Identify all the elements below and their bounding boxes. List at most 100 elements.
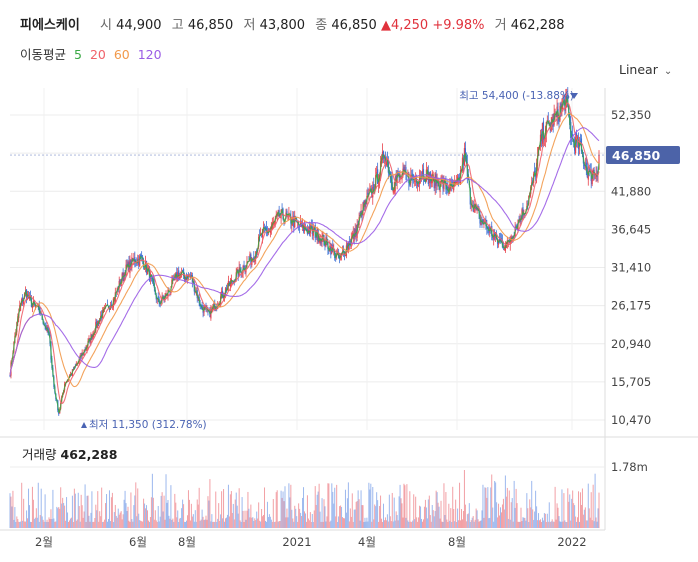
volume-bar — [597, 508, 599, 528]
volume-bar — [475, 508, 477, 528]
y-tick-label: 31,410 — [611, 261, 651, 275]
volume-bar — [31, 486, 33, 528]
volume-bar — [436, 492, 438, 528]
volume-bar — [358, 499, 360, 528]
volume-bar — [319, 511, 321, 528]
volume-bar — [50, 509, 52, 528]
volume-bar — [250, 504, 252, 528]
volume-bar — [99, 511, 101, 528]
volume-bar — [60, 487, 62, 528]
volume-bar — [300, 512, 302, 528]
stock-chart[interactable]: 52,35047,11541,88036,64531,41026,17520,9… — [0, 0, 698, 562]
volume-bar — [365, 521, 367, 528]
volume-bar — [128, 520, 130, 528]
volume-bar — [306, 495, 308, 528]
volume-bar — [205, 515, 207, 528]
volume-bar — [94, 518, 96, 528]
volume-bar — [477, 519, 479, 528]
volume-bar — [112, 521, 114, 528]
volume-bar — [116, 517, 118, 528]
volume-bar — [63, 502, 65, 528]
volume-bar — [546, 513, 548, 528]
volume-bar — [591, 520, 593, 528]
current-price-label: 46,850 — [612, 148, 661, 163]
volume-bar — [265, 521, 267, 528]
volume-bar — [296, 516, 298, 528]
volume-bar — [543, 513, 545, 528]
volume-bar — [166, 502, 168, 528]
volume-bar — [175, 502, 177, 528]
volume-bar — [261, 508, 263, 528]
volume-bar — [525, 520, 527, 528]
volume-bar — [136, 516, 138, 528]
volume-bar — [89, 521, 91, 528]
volume-bar — [570, 520, 572, 528]
volume-bar — [105, 503, 107, 528]
volume-bar — [426, 518, 428, 528]
volume-bar — [577, 517, 579, 528]
volume-bar — [173, 521, 175, 528]
volume-bar — [107, 518, 109, 528]
volume-bar — [547, 521, 549, 528]
volume-bar — [32, 499, 34, 528]
volume-bar — [428, 495, 430, 528]
volume-bar — [318, 483, 320, 528]
volume-bar — [413, 494, 415, 528]
volume-bar — [498, 503, 500, 528]
volume-bar — [290, 484, 292, 528]
volume-bar — [243, 521, 245, 528]
volume-bar — [437, 502, 439, 528]
volume-bar — [421, 518, 423, 528]
volume-bar — [347, 482, 349, 528]
candle-body — [414, 180, 416, 182]
volume-bar — [341, 506, 343, 528]
volume-bar — [282, 491, 284, 528]
volume-bar — [593, 521, 595, 528]
volume-bar — [340, 505, 342, 528]
volume-bar — [153, 519, 155, 528]
volume-bar — [14, 507, 16, 528]
volume-bar — [416, 517, 418, 528]
volume-bar — [164, 519, 166, 528]
volume-bar — [41, 516, 43, 528]
volume-bar — [208, 500, 210, 528]
volume-bar — [501, 504, 503, 528]
volume-bar — [190, 503, 192, 528]
volume-bar — [221, 491, 223, 528]
volume-bar — [572, 490, 574, 528]
volume-bar — [118, 514, 120, 528]
volume-bar — [325, 521, 327, 528]
volume-bar — [189, 520, 191, 528]
volume-bar — [64, 505, 66, 528]
volume-bar — [303, 487, 305, 528]
volume-bar — [241, 497, 243, 528]
volume-bar — [150, 497, 152, 528]
volume-bar — [485, 487, 487, 528]
volume-bar — [247, 491, 249, 528]
volume-bar — [134, 495, 136, 528]
volume-bar — [187, 490, 189, 528]
volume-bar — [384, 517, 386, 528]
volume-bar — [526, 493, 528, 528]
volume-bar — [382, 503, 384, 528]
volume-bar — [291, 509, 293, 528]
y-tick-label: 26,175 — [611, 299, 651, 313]
volume-bar — [500, 507, 502, 528]
volume-bar — [523, 517, 525, 528]
volume-bar — [530, 507, 532, 528]
volume-bar — [566, 521, 568, 528]
volume-bar — [371, 521, 373, 528]
volume-bar — [114, 504, 116, 528]
volume-bar — [393, 497, 395, 528]
volume-bar — [232, 503, 234, 528]
volume-bar — [216, 521, 218, 528]
volume-bar — [374, 504, 376, 528]
volume-bar — [464, 504, 466, 528]
y-tick-label: 36,645 — [611, 222, 651, 236]
volume-bar — [378, 521, 380, 528]
volume-bar — [484, 487, 486, 528]
volume-bar — [313, 510, 315, 528]
volume-bar — [238, 488, 240, 528]
volume-bar — [382, 521, 384, 528]
volume-bar — [84, 484, 86, 528]
